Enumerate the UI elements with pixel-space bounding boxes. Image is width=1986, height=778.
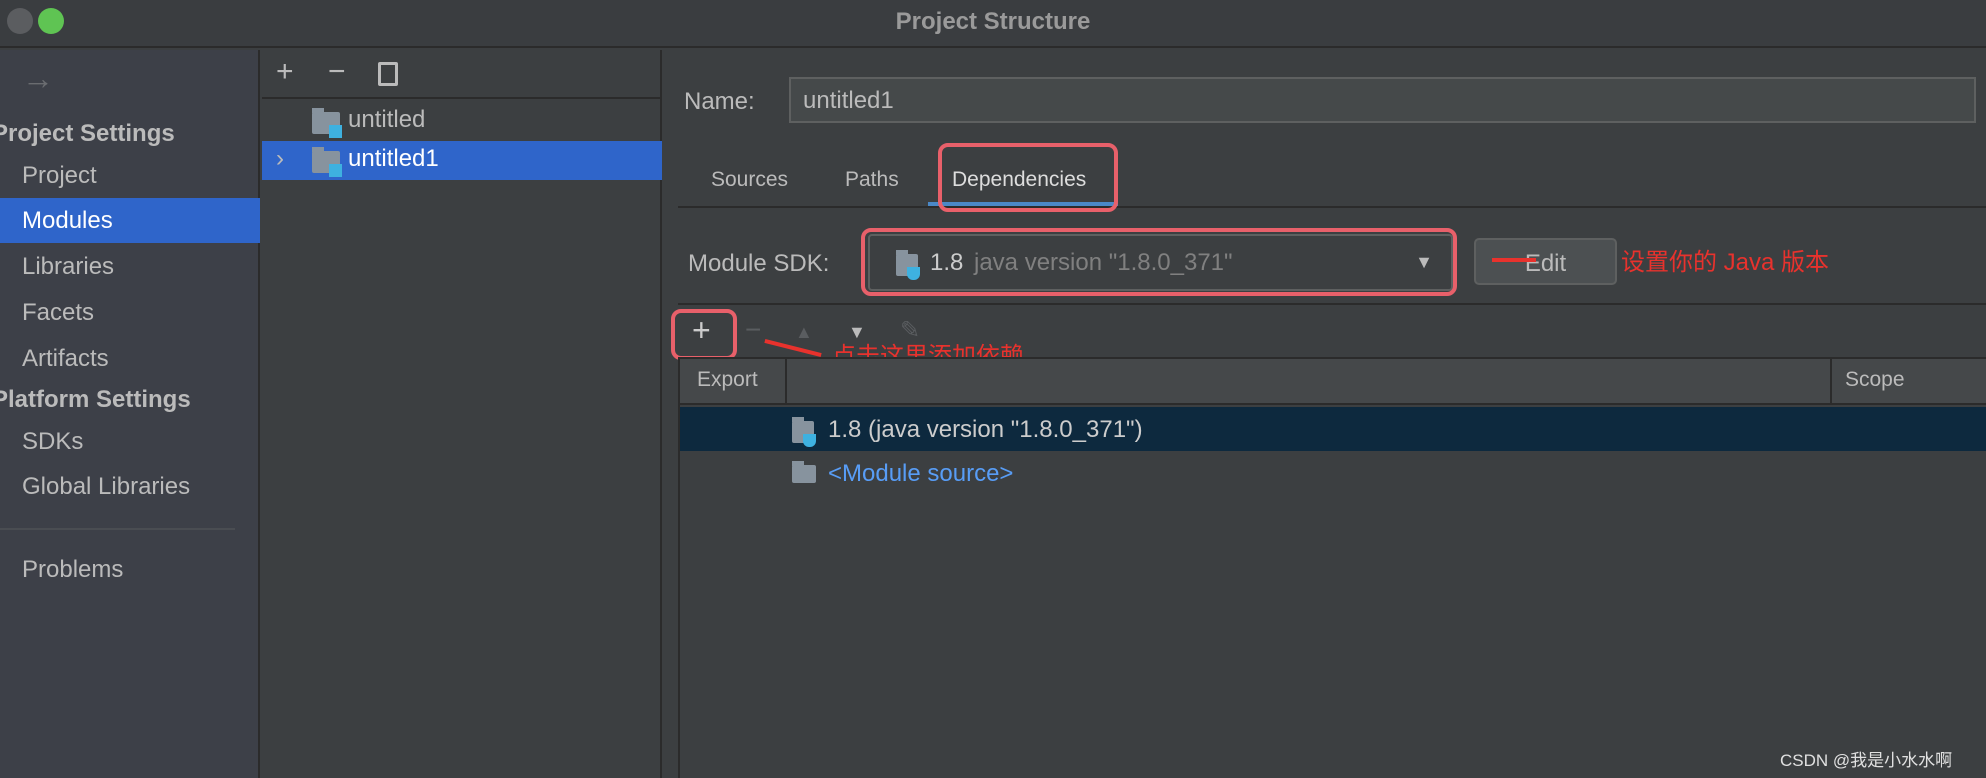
column-divider: [785, 359, 787, 405]
sidebar-item-problems[interactable]: Problems: [22, 556, 123, 584]
table-row[interactable]: <Module source>: [680, 451, 1986, 495]
column-divider: [1830, 359, 1832, 405]
annotation-arrow: [764, 339, 822, 357]
arrow-right-icon[interactable]: →: [22, 60, 54, 97]
modules-panel: + − untitled › untitled1: [262, 50, 662, 778]
sidebar-item-libraries[interactable]: Libraries: [22, 253, 114, 281]
remove-icon[interactable]: −: [328, 55, 346, 89]
title-bar: Project Structure: [0, 0, 1986, 48]
sidebar-item-global-libraries[interactable]: Global Libraries: [22, 473, 190, 501]
tab-paths[interactable]: Paths: [845, 168, 899, 192]
watermark: CSDN @我是小水水啊: [1780, 751, 1953, 770]
annotation-highlight-box: [861, 228, 1457, 296]
tab-sources[interactable]: Sources: [711, 168, 788, 192]
name-label: Name:: [684, 88, 755, 115]
tree-item-label: untitled1: [348, 145, 439, 172]
tree-item-label: untitled: [348, 106, 426, 133]
name-input[interactable]: untitled1: [789, 77, 1976, 123]
annotation-arrow: [1492, 258, 1536, 262]
module-folder-icon: [312, 147, 342, 177]
module-sdk-label: Module SDK:: [688, 250, 830, 277]
chevron-right-icon[interactable]: ›: [276, 145, 284, 173]
source-folder-icon: [792, 461, 816, 483]
divider: [0, 528, 235, 530]
sidebar-item-artifacts[interactable]: Artifacts: [22, 345, 109, 373]
jdk-folder-icon: [792, 417, 816, 447]
window-title: Project Structure: [895, 8, 1091, 35]
column-export[interactable]: Export: [697, 368, 758, 392]
divider: [678, 303, 1986, 305]
annotation-sdk-note: 设置你的 Java 版本: [1621, 249, 1830, 276]
modules-toolbar: + −: [262, 50, 662, 99]
copy-icon[interactable]: [378, 62, 398, 86]
dependencies-table: Export Scope 1.8 (java version "1.8.0_37…: [678, 357, 1986, 778]
divider: [678, 206, 1986, 208]
table-row[interactable]: 1.8 (java version "1.8.0_371"): [680, 407, 1986, 451]
sidebar-item-modules[interactable]: Modules: [22, 207, 113, 235]
dependency-label: <Module source>: [828, 460, 1014, 487]
table-header: Export Scope: [680, 357, 1986, 405]
add-icon[interactable]: +: [276, 55, 294, 89]
annotation-highlight-box: [671, 309, 737, 360]
tree-item-untitled[interactable]: untitled: [262, 102, 662, 141]
annotation-highlight-box: [938, 143, 1118, 212]
sidebar-item-project[interactable]: Project: [22, 162, 97, 190]
remove-icon[interactable]: −: [745, 314, 761, 346]
project-settings-header: Project Settings: [0, 120, 175, 147]
sidebar: → Project Settings Project Modules Libra…: [0, 50, 260, 778]
sidebar-item-sdks[interactable]: SDKs: [22, 428, 83, 456]
move-up-icon[interactable]: ▲: [795, 322, 813, 343]
column-scope[interactable]: Scope: [1845, 368, 1905, 392]
module-folder-icon: [312, 108, 342, 138]
tree-item-untitled1[interactable]: › untitled1: [262, 141, 662, 180]
platform-settings-header: Platform Settings: [0, 386, 191, 413]
sidebar-item-facets[interactable]: Facets: [22, 299, 94, 327]
dependency-label: 1.8 (java version "1.8.0_371"): [828, 416, 1143, 443]
